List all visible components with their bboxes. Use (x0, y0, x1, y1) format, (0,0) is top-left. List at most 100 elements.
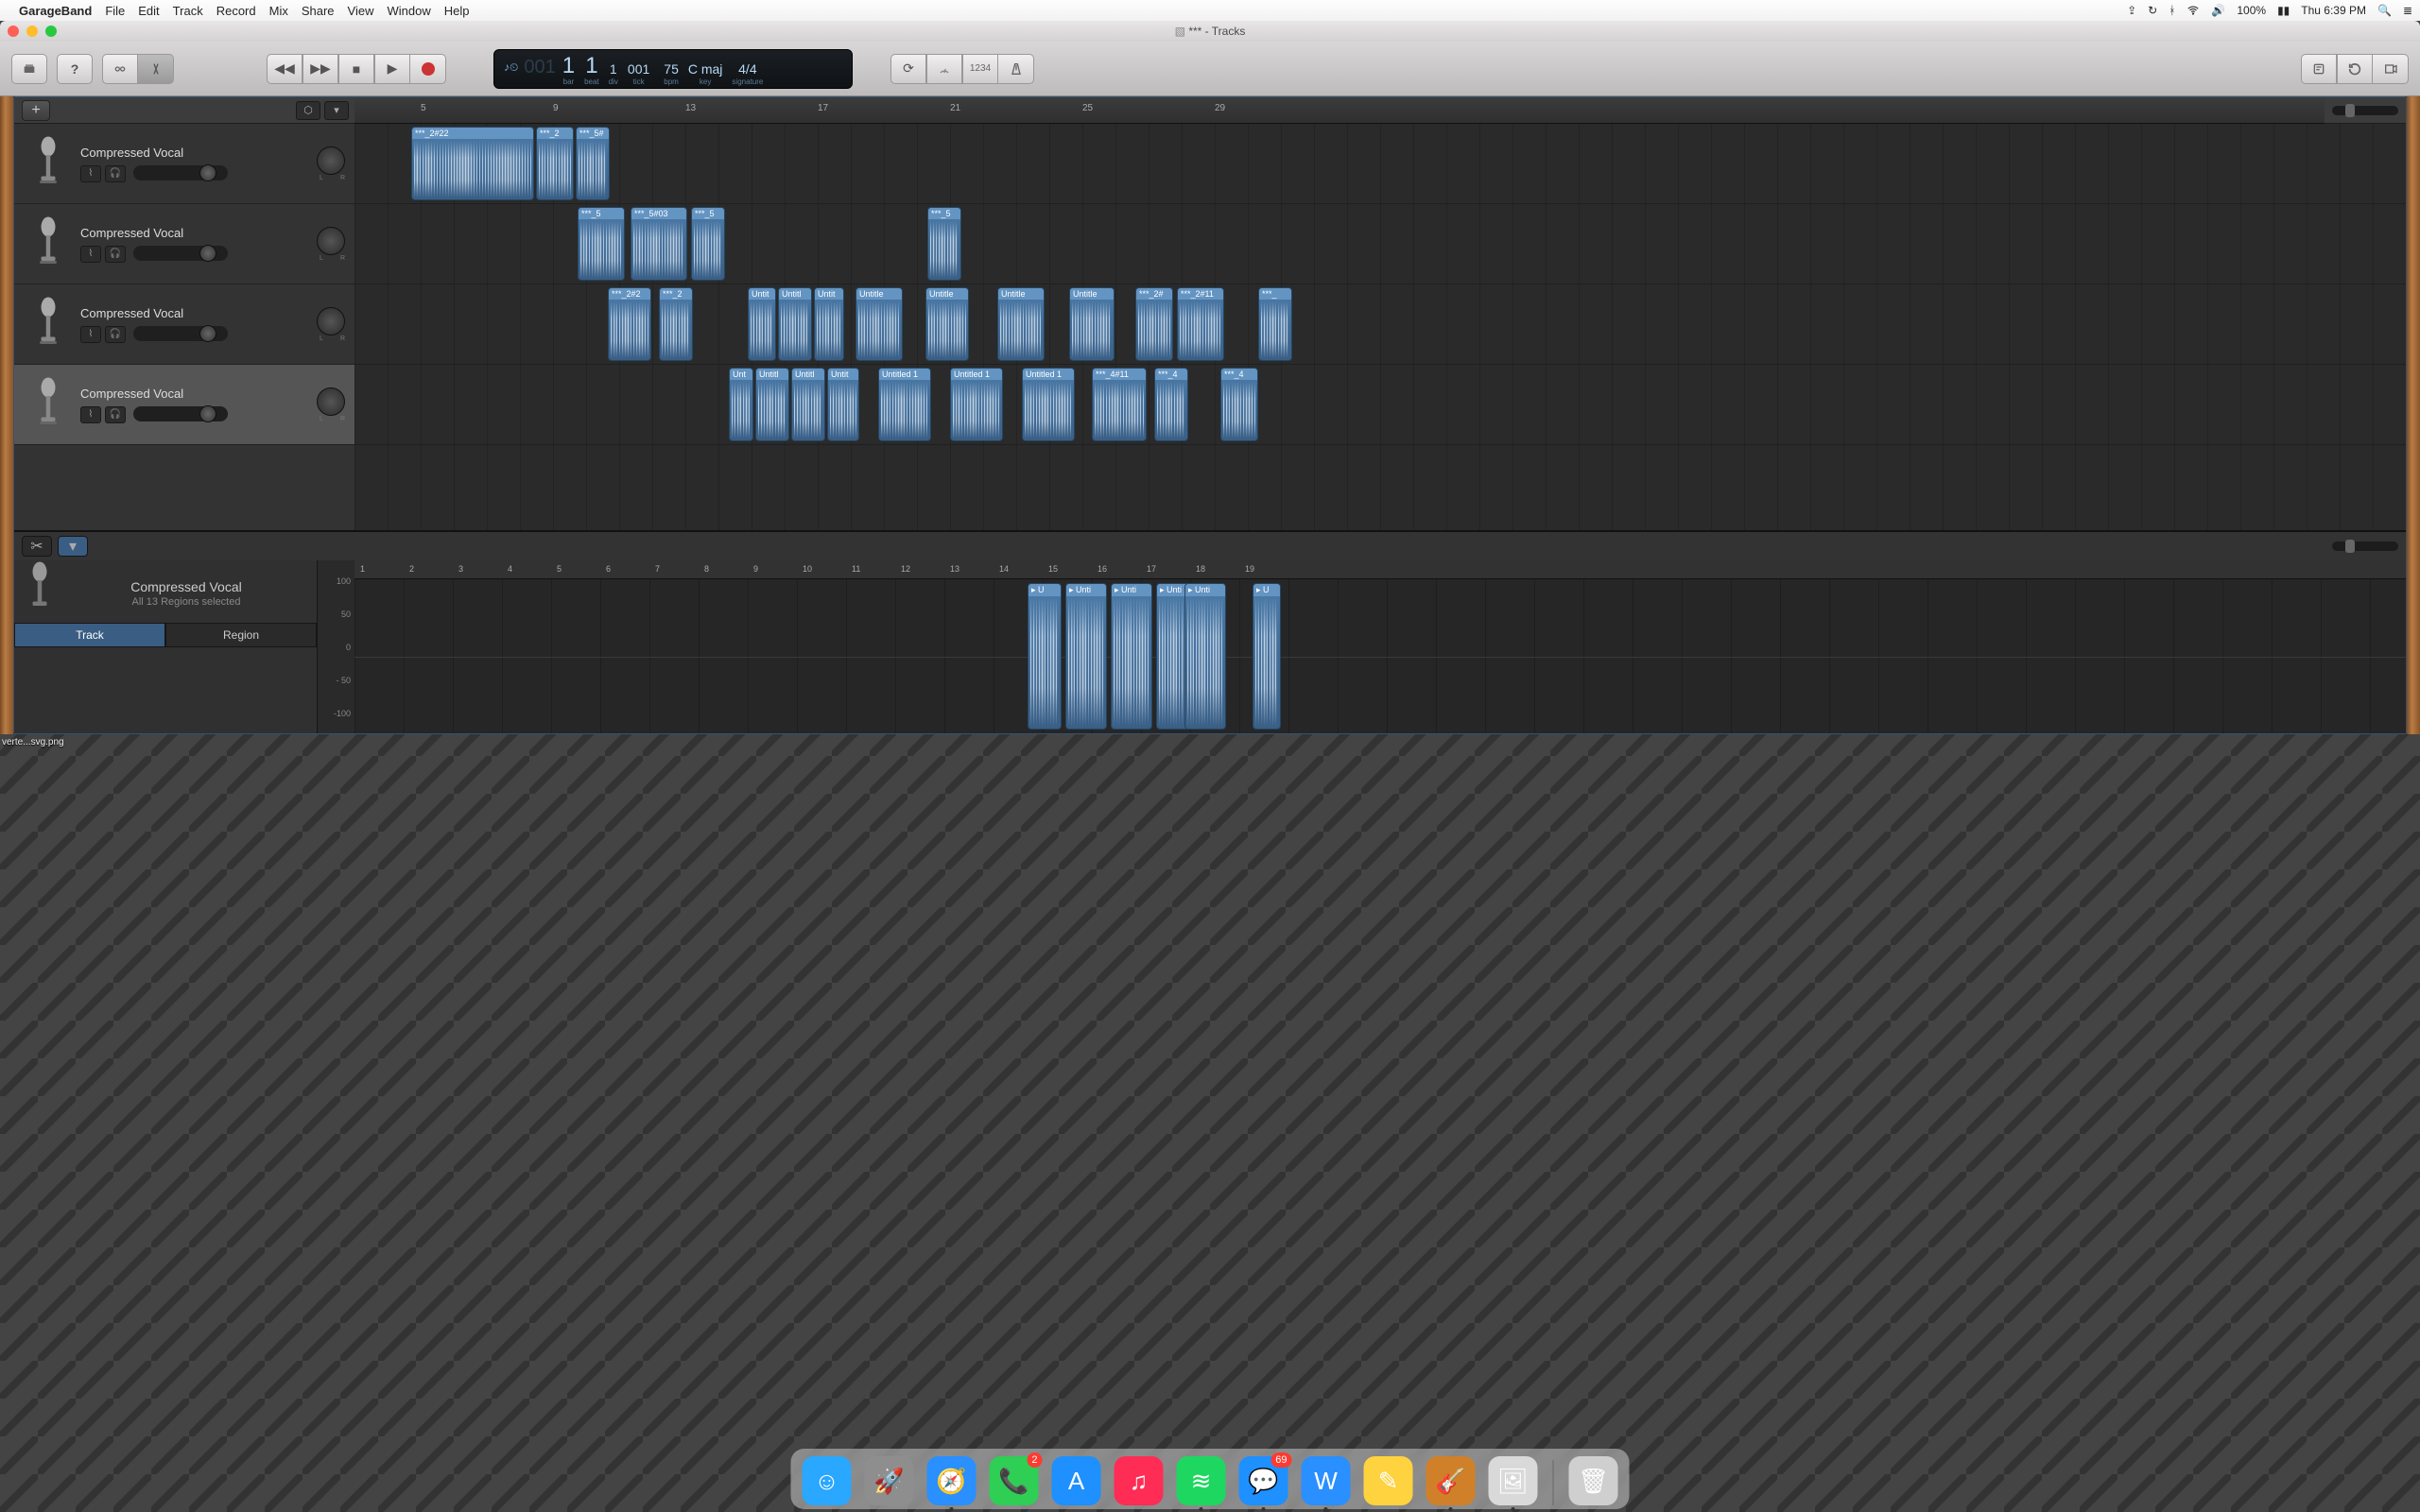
tuner-button[interactable] (926, 54, 962, 84)
forward-button[interactable]: ▶▶ (302, 54, 338, 84)
volume-slider[interactable] (133, 326, 228, 341)
dock-spotify[interactable]: ≋ (1177, 1456, 1226, 1505)
audio-region[interactable]: Untitle (925, 287, 969, 361)
track-header[interactable]: Compressed Vocal ⌇ 🎧 LR (14, 204, 354, 284)
dock-appstore[interactable]: A (1052, 1456, 1101, 1505)
audio-region[interactable]: ***_5# (576, 127, 610, 200)
cycle-button[interactable]: ⟳ (890, 54, 926, 84)
solo-button[interactable]: 🎧 (105, 246, 126, 263)
editor-zoom-slider[interactable] (2332, 541, 2398, 551)
dock-finder[interactable]: ☺ (803, 1456, 852, 1505)
audio-region[interactable]: Untitl (755, 368, 789, 441)
audio-region[interactable]: Unt (729, 368, 753, 441)
dock-messages[interactable]: 💬69 (1239, 1456, 1288, 1505)
audio-region[interactable]: ***_4#11 (1092, 368, 1147, 441)
audio-region[interactable]: ***_4 (1220, 368, 1258, 441)
app-menu[interactable]: GarageBand (19, 4, 92, 18)
rewind-button[interactable]: ◀◀ (267, 54, 302, 84)
media-browser-button[interactable] (2373, 54, 2409, 84)
editor-audio-region[interactable]: ▸ Unti (1065, 583, 1107, 730)
pan-knob[interactable] (317, 307, 345, 335)
audio-region[interactable]: Untitl (791, 368, 825, 441)
mute-button[interactable]: ⌇ (80, 246, 101, 263)
library-button[interactable] (11, 54, 47, 84)
menu-window[interactable]: Window (388, 4, 431, 18)
audio-region[interactable]: ***_2 (536, 127, 574, 200)
audio-region[interactable]: Untitle (1069, 287, 1115, 361)
lcd-display[interactable]: ♪⏲ 001 1bar 1beat 1div 001tick 75bpm C m… (493, 49, 853, 89)
window-minimize[interactable] (26, 26, 38, 37)
audio-region[interactable]: ***_2#22 (411, 127, 534, 200)
audio-region[interactable]: Untitled 1 (878, 368, 931, 441)
audio-region[interactable]: Untit (827, 368, 859, 441)
add-track-button[interactable]: + (22, 100, 50, 121)
spotlight-icon[interactable]: 🔍 (2377, 4, 2392, 17)
bluetooth-icon[interactable]: ᚼ (2169, 4, 2175, 17)
battery-icon[interactable]: ▮▮ (2277, 4, 2290, 17)
timeline-ruler[interactable]: 591317212529 (354, 97, 2325, 124)
editor-ruler[interactable]: 12345678910111213141516171819 (354, 560, 2406, 579)
track-header[interactable]: Compressed Vocal ⌇ 🎧 LR (14, 365, 354, 445)
volume-icon[interactable]: 🔊 (2211, 4, 2225, 17)
timemachine-icon[interactable]: ↻ (2148, 4, 2157, 17)
editor-audio-region[interactable]: ▸ U (1253, 583, 1281, 730)
track-header[interactable]: Compressed Vocal ⌇ 🎧 LR (14, 284, 354, 365)
desktop-file-label[interactable]: verte...svg.png (2, 737, 64, 747)
dock-launchpad[interactable]: 🚀 (865, 1456, 914, 1505)
audio-region[interactable]: ***_2#11 (1177, 287, 1224, 361)
countin-button[interactable]: 1234 (962, 54, 998, 84)
audio-region[interactable]: Untitle (997, 287, 1045, 361)
catch-button[interactable]: ▾ (324, 101, 349, 120)
window-close[interactable] (8, 26, 19, 37)
dock-itunes[interactable]: ♫ (1115, 1456, 1164, 1505)
editor-tab-track[interactable]: Track (14, 623, 165, 647)
clock[interactable]: Thu 6:39 PM (2301, 4, 2366, 17)
editor-audio-region[interactable]: ▸ Unti (1184, 583, 1226, 730)
dock-facetime[interactable]: 📞2 (990, 1456, 1039, 1505)
audio-region[interactable]: ***_2# (1135, 287, 1173, 361)
menu-share[interactable]: Share (302, 4, 335, 18)
volume-slider[interactable] (133, 165, 228, 180)
dock-preview[interactable]: 🖼 (1489, 1456, 1538, 1505)
editor-flex-button[interactable]: ▾ (58, 536, 88, 557)
audio-region[interactable]: ***_5 (927, 207, 961, 281)
audio-region[interactable]: ***_5 (578, 207, 625, 281)
menu-record[interactable]: Record (216, 4, 256, 18)
mute-button[interactable]: ⌇ (80, 326, 101, 343)
editor-scissors-button[interactable]: ✂ (22, 536, 52, 557)
audio-region[interactable]: Untitled 1 (950, 368, 1003, 441)
window-titlebar[interactable]: ▧ *** - Tracks (0, 21, 2420, 42)
dock-notes[interactable]: ✎ (1364, 1456, 1413, 1505)
stop-button[interactable]: ■ (338, 54, 374, 84)
solo-button[interactable]: 🎧 (105, 406, 126, 423)
volume-slider[interactable] (133, 246, 228, 261)
menu-edit[interactable]: Edit (138, 4, 159, 18)
audio-region[interactable]: Untit (814, 287, 844, 361)
mute-button[interactable]: ⌇ (80, 165, 101, 182)
editor-waveform-area[interactable]: 12345678910111213141516171819 ▸ U▸ Unti▸… (354, 560, 2406, 733)
audio-region[interactable]: ***_4 (1154, 368, 1188, 441)
horizontal-zoom-slider[interactable] (2332, 106, 2398, 115)
dock-garageband[interactable]: 🎸 (1426, 1456, 1476, 1505)
solo-button[interactable]: 🎧 (105, 326, 126, 343)
track-header[interactable]: Compressed Vocal ⌇ 🎧 LR (14, 124, 354, 204)
window-zoom[interactable] (45, 26, 57, 37)
smart-controls-button[interactable] (102, 54, 138, 84)
quickhelp-button[interactable]: ? (57, 54, 93, 84)
wifi-icon[interactable] (2187, 4, 2200, 17)
editor-audio-region[interactable]: ▸ U (1028, 583, 1062, 730)
play-button[interactable]: ▶ (374, 54, 410, 84)
audio-region[interactable]: ***_ (1258, 287, 1292, 361)
loop-browser-button[interactable] (2337, 54, 2373, 84)
audio-region[interactable]: ***_5 (691, 207, 725, 281)
editor-audio-region[interactable]: ▸ Unti (1111, 583, 1152, 730)
dock-safari[interactable]: 🧭 (927, 1456, 977, 1505)
notepad-button[interactable] (2301, 54, 2337, 84)
pan-knob[interactable] (317, 227, 345, 255)
automation-button[interactable]: ⬡ (296, 101, 320, 120)
dock-word[interactable]: W (1302, 1456, 1351, 1505)
pan-knob[interactable] (317, 146, 345, 175)
audio-region[interactable]: ***_2 (659, 287, 693, 361)
pan-knob[interactable] (317, 387, 345, 416)
audio-region[interactable]: Untitle (856, 287, 903, 361)
